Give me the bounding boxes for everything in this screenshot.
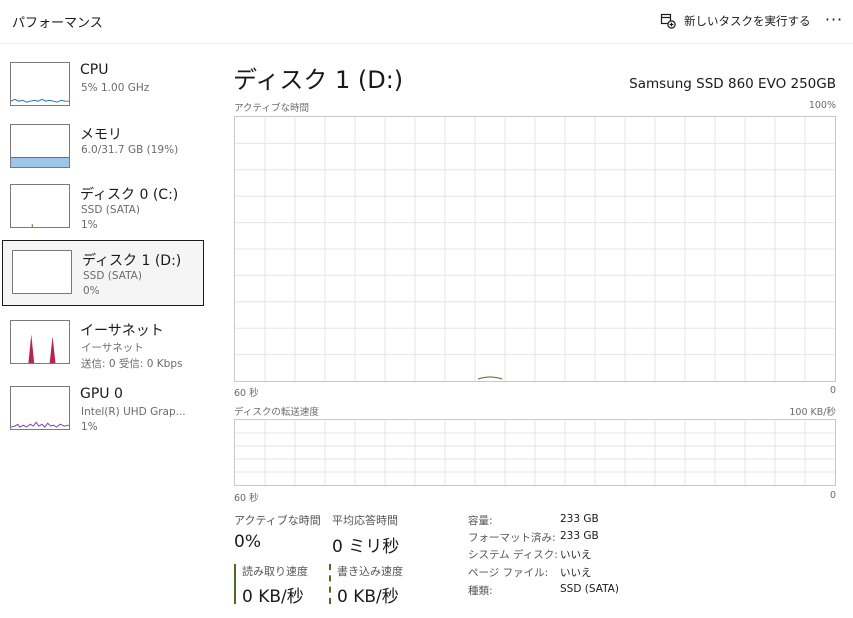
sidebar-item-memory[interactable]: メモリ 6.0/31.7 GB (19%)	[0, 114, 206, 180]
memory-thumbnail-graph	[10, 124, 70, 168]
gpu-0-thumbnail-graph	[10, 386, 70, 430]
sidebar-item-disk-1[interactable]: ディスク 1 (D:) SSD (SATA) 0%	[2, 240, 204, 306]
sidebar-item-usage: 0%	[83, 285, 100, 297]
active-time-graph-min: 0	[829, 385, 836, 396]
sidebar-item-gpu-0[interactable]: GPU 0 Intel(R) UHD Grap... 1%	[0, 376, 206, 442]
sidebar-item-detail: SSD (SATA)	[83, 270, 142, 282]
disk-model: Samsung SSD 860 EVO 250GB	[629, 76, 836, 92]
transfer-rate-graph-max: 100 KB/秒	[789, 407, 836, 418]
active-time-graph-time: 60 秒	[234, 388, 259, 399]
top-bar: パフォーマンス 新しいタスクを実行する ···	[0, 0, 853, 44]
disk-1-thumbnail-graph	[12, 250, 72, 294]
sidebar-item-detail: 5% 1.00 GHz	[81, 82, 150, 94]
capacity-value: 233 GB	[560, 513, 599, 525]
write-speed-stat-label: 書き込み速度	[337, 565, 403, 578]
sidebar-item-throughput: 送信: 0 受信: 0 Kbps	[81, 358, 183, 370]
read-speed-stat-value: 0 KB/秒	[242, 587, 304, 607]
avg-response-stat-value: 0 ミリ秒	[332, 537, 400, 557]
avg-response-stat-label: 平均応答時間	[332, 514, 398, 527]
sidebar-item-cpu[interactable]: CPU 5% 1.00 GHz	[0, 52, 206, 118]
ethernet-thumbnail-graph	[10, 320, 70, 364]
run-task-icon	[660, 13, 676, 29]
sidebar-item-label: イーサネット	[80, 323, 164, 339]
sidebar-item-disk-0[interactable]: ディスク 0 (C:) SSD (SATA) 1%	[0, 174, 206, 240]
sidebar-item-detail: SSD (SATA)	[81, 204, 140, 216]
sidebar-item-label: メモリ	[80, 127, 122, 143]
active-time-graph-label: アクティブな時間	[234, 103, 309, 114]
cpu-thumbnail-graph	[10, 62, 70, 106]
write-speed-stat-value: 0 KB/秒	[337, 587, 399, 607]
transfer-rate-graph-min: 0	[829, 490, 836, 501]
read-speed-stat-label: 読み取り速度	[242, 565, 308, 578]
run-new-task-button[interactable]: 新しいタスクを実行する	[660, 10, 811, 32]
active-time-graph-max: 100%	[808, 100, 836, 111]
sidebar-item-label: CPU	[80, 62, 109, 78]
type-label: 種類:	[468, 585, 493, 597]
sidebar-item-label: ディスク 0 (C:)	[80, 187, 179, 203]
transfer-rate-graph	[234, 419, 836, 486]
disk-0-thumbnail-graph	[10, 184, 70, 228]
sidebar-item-usage: 1%	[81, 421, 98, 433]
formatted-value: 233 GB	[560, 530, 599, 542]
type-value: SSD (SATA)	[560, 583, 619, 595]
read-speed-indicator	[234, 564, 236, 604]
system-disk-value: いいえ	[560, 549, 592, 561]
active-time-stat-label: アクティブな時間	[234, 514, 321, 527]
system-disk-label: システム ディスク:	[468, 549, 558, 561]
more-options-button[interactable]: ···	[822, 10, 846, 32]
run-task-label: 新しいタスクを実行する	[684, 14, 811, 28]
active-time-stat-value: 0%	[234, 532, 261, 552]
sidebar-item-ethernet[interactable]: イーサネット イーサネット 送信: 0 受信: 0 Kbps	[0, 310, 206, 376]
sidebar-item-detail: イーサネット	[81, 342, 144, 354]
formatted-label: フォーマット済み:	[468, 532, 556, 544]
page-title: パフォーマンス	[12, 16, 103, 31]
disk-title: ディスク 1 (D:)	[233, 66, 404, 94]
transfer-rate-graph-label: ディスクの転送速度	[234, 407, 319, 418]
sidebar-item-detail: 6.0/31.7 GB (19%)	[81, 144, 179, 156]
sidebar-item-usage: 1%	[81, 219, 98, 231]
page-file-value: いいえ	[560, 567, 592, 579]
page-file-label: ページ ファイル:	[468, 567, 549, 579]
write-speed-indicator	[329, 564, 331, 604]
transfer-rate-graph-time: 60 秒	[234, 493, 259, 504]
capacity-label: 容量:	[468, 515, 493, 527]
sidebar-item-label: GPU 0	[80, 386, 123, 402]
sidebar-item-detail: Intel(R) UHD Grap...	[81, 406, 186, 418]
active-time-graph	[234, 116, 836, 382]
sidebar-item-label: ディスク 1 (D:)	[82, 253, 182, 269]
